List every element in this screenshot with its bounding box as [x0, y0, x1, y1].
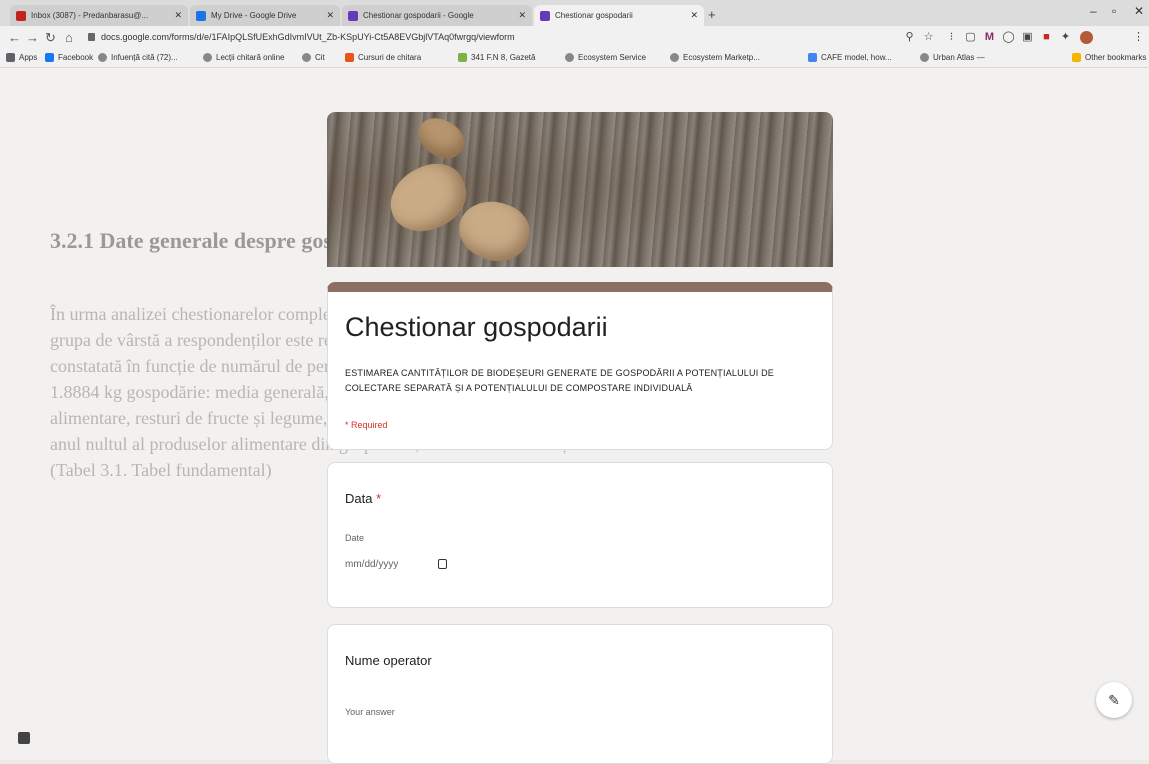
bookmark-icon — [808, 53, 817, 62]
extension-icon[interactable]: ◯ — [1002, 31, 1015, 44]
globe-icon — [565, 53, 574, 62]
bookmark-item[interactable]: Apps — [6, 53, 37, 62]
folder-icon — [1072, 53, 1081, 62]
bookmark-item[interactable]: Other bookmarks — [1072, 53, 1146, 62]
background-line: (Tabel 3.1. Tabel fundamental) — [50, 460, 272, 480]
form-description: ESTIMAREA CANTITĂȚILOR DE BIODEȘEURI GEN… — [345, 368, 775, 393]
feedback-icon[interactable] — [18, 732, 30, 744]
globe-icon — [302, 53, 311, 62]
extension-icon[interactable]: ■ — [1040, 31, 1053, 44]
tab-drive[interactable]: My Drive - Google Drive ✕ — [190, 5, 340, 26]
question-title: Nume operator — [345, 653, 432, 668]
close-icon[interactable]: ✕ — [326, 10, 334, 21]
forms-icon — [540, 10, 550, 21]
bookmark-icon — [345, 53, 354, 62]
forward-icon[interactable]: → — [26, 30, 39, 45]
bookmark-item[interactable]: Urban Atlas — — [920, 53, 985, 62]
reload-icon[interactable]: ↻ — [45, 30, 56, 46]
operator-name-input[interactable]: Your answer — [345, 707, 395, 717]
extension-icon[interactable]: M — [983, 31, 996, 44]
close-icon[interactable]: ✕ — [690, 10, 698, 21]
form-title-card: Chestionar gospodarii ESTIMAREA CANTITĂȚ… — [327, 282, 833, 450]
close-icon[interactable]: ✕ — [174, 10, 182, 21]
calendar-icon[interactable] — [438, 559, 447, 569]
tab-gmail[interactable]: Inbox (3087) - Predanbarasu@... ✕ — [10, 5, 188, 26]
globe-icon — [920, 53, 929, 62]
avatar[interactable] — [1080, 31, 1093, 44]
bookmark-icon — [458, 53, 467, 62]
bookmark-item[interactable]: CAFE model, how... — [808, 53, 892, 62]
close-window-button[interactable]: ✕ — [1134, 4, 1144, 18]
close-icon[interactable]: ✕ — [518, 10, 526, 21]
bookmark-item[interactable]: Cursuri de chitara — [345, 53, 421, 62]
tab-strip: Inbox (3087) - Predanbarasu@... ✕ My Dri… — [0, 0, 1149, 27]
star-icon[interactable]: ☆ — [922, 31, 935, 44]
maximize-button[interactable]: ▫ — [1112, 4, 1116, 18]
extension-icon[interactable]: ✦ — [1059, 31, 1072, 44]
bookmark-item[interactable]: Infuență cită (72)... — [98, 53, 178, 62]
globe-icon — [670, 53, 679, 62]
question-card-operator: Nume operator Your answer — [327, 624, 833, 764]
extension-icon[interactable]: ▣ — [1021, 31, 1034, 44]
back-icon[interactable]: ← — [8, 30, 21, 45]
address-bar-row: ← → ↻ ⌂ docs.google.com/forms/d/e/1FAIpQ… — [0, 26, 1149, 51]
lock-icon — [88, 33, 95, 41]
gmail-icon — [16, 10, 26, 21]
home-icon[interactable]: ⌂ — [65, 30, 73, 45]
bookmark-item[interactable]: Ecosystem Marketp... — [670, 53, 760, 62]
globe-icon — [203, 53, 212, 62]
tab-forms-view[interactable]: Chestionar gospodarii ✕ — [534, 5, 704, 26]
edit-icon[interactable]: ✎ — [1096, 682, 1132, 718]
globe-icon — [98, 53, 107, 62]
new-tab-button[interactable]: + — [708, 7, 716, 22]
form-header-image — [327, 112, 833, 267]
form-title: Chestionar gospodarii — [345, 312, 608, 342]
bookmark-item[interactable]: 341 F.N 8, Gazetă — [458, 53, 535, 62]
drive-icon — [196, 10, 206, 21]
facebook-icon — [45, 53, 54, 62]
question-card-date: Data * Date mm/dd/yyyy — [327, 462, 833, 608]
date-input[interactable]: mm/dd/yyyy — [345, 559, 473, 570]
bookmarks-bar: Apps Facebook Infuență cită (72)... Lecț… — [0, 50, 1149, 68]
question-title: Data * — [345, 491, 382, 506]
leaf-shape — [411, 112, 471, 167]
tab-forms-edit[interactable]: Chestionar gospodarii - Google ✕ — [342, 5, 532, 26]
bookmark-item[interactable]: Lecții chitară online — [203, 53, 284, 62]
date-sublabel: Date — [345, 533, 365, 543]
menu-icon[interactable]: ⋮ — [1132, 31, 1145, 44]
forms-icon — [348, 10, 358, 21]
search-icon[interactable]: ⚲ — [903, 31, 916, 44]
bookmark-item[interactable]: Ecosystem Service — [565, 53, 646, 62]
bookmark-item[interactable]: Facebook — [45, 53, 93, 62]
minimize-button[interactable]: – — [1090, 4, 1097, 18]
url-field[interactable]: docs.google.com/forms/d/e/1FAIpQLSfUExhG… — [101, 32, 515, 42]
required-note: * Required — [345, 420, 388, 430]
extension-icon[interactable]: ▢ — [964, 31, 977, 44]
bookmark-item[interactable]: Cit — [302, 53, 325, 62]
apps-icon — [6, 53, 15, 62]
extension-icon[interactable]: ⁝ — [945, 31, 958, 44]
